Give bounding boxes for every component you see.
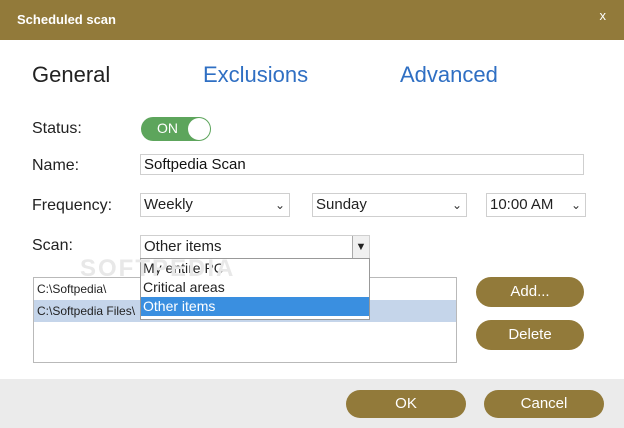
chevron-down-icon: ⌄ (274, 198, 285, 212)
title-bar: Scheduled scan x (0, 0, 624, 40)
option-critical-areas[interactable]: Critical areas (141, 278, 369, 297)
time-select-value: 10:00 AM (490, 196, 554, 213)
status-toggle[interactable]: ON (141, 117, 211, 141)
dialog-footer: OK Cancel (0, 379, 624, 428)
chevron-down-icon: ⌄ (570, 198, 581, 212)
tab-general[interactable]: General (32, 62, 110, 88)
scan-options-dropdown: My entire PC Critical areas Other items (140, 258, 370, 320)
ok-button[interactable]: OK (346, 390, 466, 418)
option-other-items[interactable]: Other items (141, 297, 369, 316)
day-select-value: Sunday (316, 196, 367, 213)
toggle-knob (188, 118, 210, 140)
time-select[interactable]: 10:00 AM ⌄ (486, 193, 586, 217)
status-label: Status: (32, 120, 82, 137)
frequency-label: Frequency: (32, 197, 113, 214)
cancel-button[interactable]: Cancel (484, 390, 604, 418)
name-field[interactable]: Softpedia Scan (140, 154, 584, 175)
scan-label: Scan: (32, 237, 73, 254)
frequency-select-value: Weekly (144, 196, 193, 213)
close-icon[interactable]: x (600, 8, 607, 23)
window-title: Scheduled scan (17, 12, 116, 27)
scan-select-value: Other items (144, 238, 222, 255)
chevron-down-icon: ⌄ (451, 198, 462, 212)
scan-select[interactable]: Other items ▼ (140, 235, 370, 259)
frequency-select[interactable]: Weekly ⌄ (140, 193, 290, 217)
add-button[interactable]: Add... (476, 277, 584, 307)
day-select[interactable]: Sunday ⌄ (312, 193, 467, 217)
chevron-down-icon[interactable]: ▼ (352, 236, 369, 258)
tab-advanced[interactable]: Advanced (400, 62, 498, 88)
option-my-entire-pc[interactable]: My entire PC (141, 259, 369, 278)
name-label: Name: (32, 157, 80, 174)
delete-button[interactable]: Delete (476, 320, 584, 350)
tab-exclusions[interactable]: Exclusions (203, 62, 308, 88)
status-toggle-text: ON (157, 120, 178, 136)
